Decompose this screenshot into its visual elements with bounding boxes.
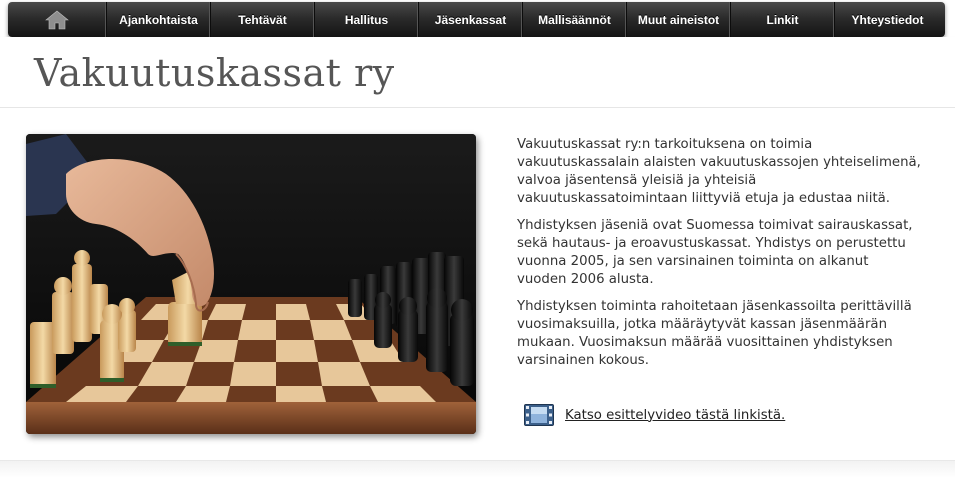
nav-item-mallisaannot[interactable]: Mallisäännöt	[523, 2, 627, 37]
main-navigation: Ajankohtaista Tehtävät Hallitus Jäsenkas…	[8, 2, 945, 37]
nav-item-tehtavat[interactable]: Tehtävät	[211, 2, 315, 37]
site-header: Vakuutuskassat ry	[0, 37, 955, 108]
intro-paragraph-3: Yhdistyksen toiminta rahoitetaan jäsenka…	[517, 299, 912, 368]
home-icon	[45, 10, 69, 30]
film-icon[interactable]	[524, 404, 554, 426]
video-link-row: Katso esittelyvideo tästä linkistä.	[524, 404, 785, 426]
video-link[interactable]: Katso esittelyvideo tästä linkistä.	[565, 408, 785, 423]
intro-text: Vakuutuskassat ry:n tarkoituksena on toi…	[517, 136, 922, 379]
footer-strip	[0, 460, 955, 478]
main-content: Vakuutuskassat ry:n tarkoituksena on toi…	[0, 108, 955, 460]
nav-item-jasenkassat[interactable]: Jäsenkassat	[419, 2, 523, 37]
nav-item-muut-aineistot[interactable]: Muut aineistot	[627, 2, 731, 37]
nav-item-ajankohtaista[interactable]: Ajankohtaista	[107, 2, 211, 37]
chess-hero-image	[26, 134, 476, 434]
nav-item-yhteystiedot[interactable]: Yhteystiedot	[835, 2, 940, 37]
intro-paragraph-2: Yhdistyksen jäseniä ovat Suomessa toimiv…	[517, 218, 913, 287]
nav-home-button[interactable]	[8, 2, 107, 37]
nav-item-hallitus[interactable]: Hallitus	[315, 2, 419, 37]
site-title: Vakuutuskassat ry	[34, 51, 395, 95]
nav-item-linkit[interactable]: Linkit	[731, 2, 835, 37]
intro-paragraph-1: Vakuutuskassat ry:n tarkoituksena on toi…	[517, 137, 921, 206]
